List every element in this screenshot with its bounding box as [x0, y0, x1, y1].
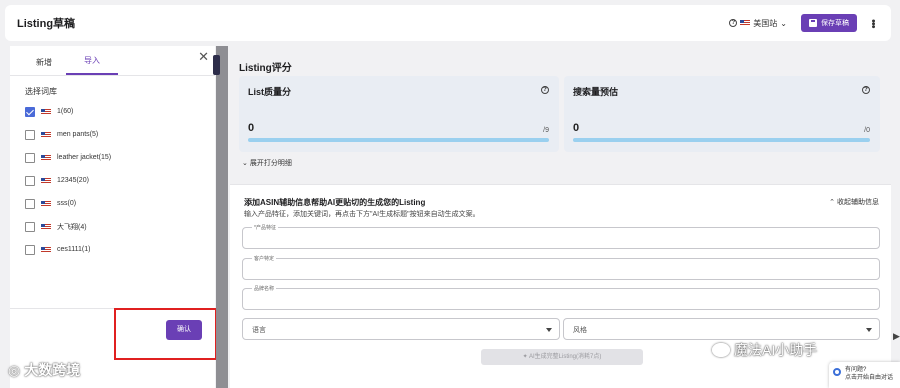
library-checkbox[interactable] — [25, 106, 35, 117]
brand-name-field[interactable]: 品牌名称 — [242, 285, 880, 310]
chevron-up-icon: ⌃ — [829, 199, 836, 206]
us-flag-icon — [740, 20, 751, 26]
field-label: *产品特征 — [252, 224, 278, 231]
save-icon — [809, 19, 817, 27]
generate-label: AI生成完整Listing(消耗7点) — [529, 354, 602, 360]
library-label: men pants(5) — [57, 131, 99, 138]
library-checkbox[interactable] — [25, 244, 35, 255]
card-title: List质量分 — [248, 87, 292, 97]
tab-import[interactable]: 导入 — [66, 55, 118, 75]
watermark-text: 大数跨境 — [24, 362, 81, 378]
marketplace-label: 美国站 — [753, 18, 778, 28]
library-checkbox[interactable] — [25, 129, 35, 140]
language-select[interactable]: 语言 — [242, 318, 560, 340]
highlight-box — [114, 308, 217, 360]
library-label: 大飞翔(4) — [57, 223, 87, 231]
us-flag-icon — [41, 223, 51, 230]
us-flag-icon — [41, 131, 51, 138]
chat-icon — [833, 368, 841, 376]
library-item[interactable]: 大飞翔(4) — [25, 215, 215, 238]
library-item[interactable]: 1(60) — [25, 100, 215, 123]
search-volume-card: 搜索量预估 ? 0 /0 — [564, 76, 880, 152]
library-checkbox[interactable] — [25, 198, 35, 209]
library-title: 选择词库 — [25, 87, 57, 96]
chevron-down-icon: ⌄ — [242, 160, 248, 167]
sparkle-icon: ✦ — [522, 354, 528, 360]
marketplace-selector[interactable]: ? 美国站 ⌄ — [729, 18, 787, 29]
us-flag-icon — [41, 246, 51, 253]
us-flag-icon — [41, 200, 51, 207]
drawer-handle[interactable] — [213, 55, 220, 75]
scroll-right-icon[interactable]: ▶ — [893, 331, 900, 342]
score-max: /0 — [864, 127, 870, 134]
dropdown-arrow-icon — [546, 328, 552, 332]
expand-score-details[interactable]: ⌄ 展开打分明细 — [242, 158, 292, 168]
overlay-strip — [216, 46, 228, 388]
save-draft-label: 保存草稿 — [821, 20, 849, 27]
help-chat-widget[interactable]: 有问题? 点击开始自由对话 — [829, 362, 900, 388]
library-label: sss(0) — [57, 200, 77, 207]
library-label: 1(60) — [57, 108, 74, 115]
save-draft-button[interactable]: 保存草稿 — [801, 14, 857, 32]
library-checkbox[interactable] — [25, 175, 35, 186]
style-select[interactable]: 风格 — [563, 318, 880, 340]
library-item[interactable]: men pants(5) — [25, 123, 215, 146]
close-icon[interactable]: ✕ — [198, 49, 209, 65]
tab-add[interactable]: 新增 — [22, 57, 66, 75]
score-value: 0 — [573, 122, 580, 134]
us-flag-icon — [41, 154, 51, 161]
product-feature-field[interactable]: *产品特征 — [242, 224, 880, 249]
assist-title: 添加ASIN辅助信息帮助AI更贴切的生成您的Listing — [244, 198, 426, 207]
select-placeholder: 风格 — [573, 327, 587, 334]
library-label: ces1111(1) — [57, 246, 91, 253]
library-checkbox[interactable] — [25, 152, 35, 163]
dropdown-arrow-icon — [866, 328, 872, 332]
chevron-down-icon: ⌄ — [780, 18, 787, 28]
library-item[interactable]: ces1111(1) — [25, 238, 215, 261]
quality-score-card: List质量分 ? 0 /9 — [239, 76, 559, 152]
field-label: 客户特定 — [252, 255, 277, 262]
help-icon[interactable]: ? — [541, 86, 549, 94]
ai-generate-button[interactable]: ✦ AI生成完整Listing(消耗7点) — [481, 349, 643, 365]
more-options-icon[interactable]: ••• — [867, 19, 879, 28]
chat-line: 点击开始自由对话 — [845, 375, 894, 381]
customer-field[interactable]: 客户特定 — [242, 255, 880, 280]
select-placeholder: 语言 — [252, 327, 266, 334]
library-list: 1(60) men pants(5) leather jacket(15) 12… — [25, 100, 215, 261]
score-value: 0 — [248, 122, 255, 134]
help-icon[interactable]: ? — [862, 86, 870, 94]
collapse-assist-button[interactable]: ⌃ 收起辅助信息 — [829, 197, 879, 207]
us-flag-icon — [41, 177, 51, 184]
score-section-title: Listing评分 — [239, 63, 292, 74]
page-title: Listing草稿 — [17, 18, 76, 30]
watermark-text: 魔法AI小助手 — [734, 342, 818, 358]
panel-tabs: 新增 导入 — [10, 46, 215, 76]
score-progress-bar — [573, 138, 870, 142]
wechat-logo-icon — [712, 343, 730, 357]
chat-line: 有问题? — [845, 367, 867, 373]
watermark-logo-icon: ◎ — [8, 361, 21, 378]
us-flag-icon — [41, 108, 51, 115]
card-title: 搜索量预估 — [573, 87, 619, 97]
collapse-label: 收起辅助信息 — [837, 199, 879, 206]
help-icon[interactable]: ? — [729, 19, 738, 27]
watermark-right: 魔法AI小助手 — [712, 340, 817, 360]
library-item[interactable]: 12345(20) — [25, 169, 215, 192]
field-label: 品牌名称 — [252, 285, 277, 292]
score-max: /9 — [543, 127, 549, 134]
library-label: leather jacket(15) — [57, 154, 112, 161]
library-label: 12345(20) — [57, 177, 89, 184]
library-item[interactable]: leather jacket(15) — [25, 146, 215, 169]
top-header: Listing草稿 ? 美国站 ⌄ 保存草稿 ••• — [5, 5, 891, 41]
score-progress-bar — [248, 138, 549, 142]
expand-label: 展开打分明细 — [249, 160, 292, 167]
library-checkbox[interactable] — [25, 221, 35, 232]
assist-subtitle: 输入产品特征，添加关键词，再点击下方"AI生成标题"按钮来自动生成文案。 — [244, 211, 480, 218]
watermark-left: ◎ 大数跨境 — [8, 360, 80, 380]
library-item[interactable]: sss(0) — [25, 192, 215, 215]
